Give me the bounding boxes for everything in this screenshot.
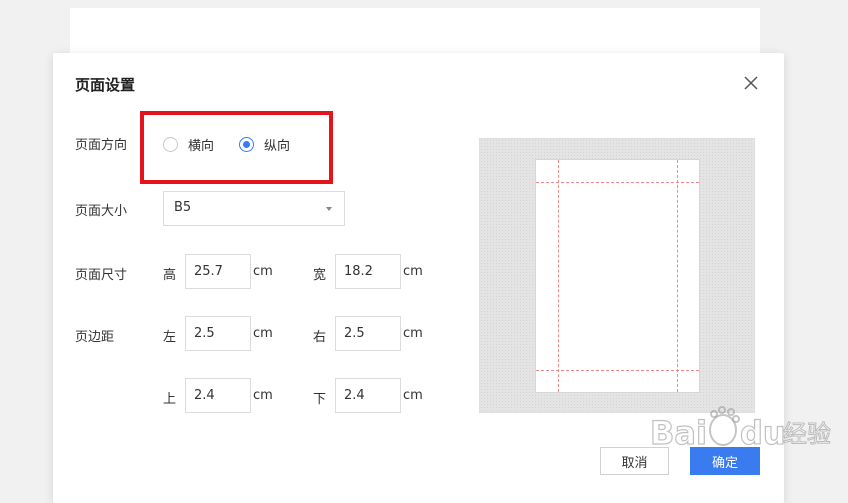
margin-right-input[interactable] [335, 316, 401, 351]
page-dimensions-label: 页面尺寸 [75, 268, 128, 283]
page-preview [479, 138, 755, 413]
orientation-label: 页面方向 [75, 138, 128, 153]
page-size-value: B5 [174, 200, 192, 215]
margins-label: 页边距 [75, 330, 115, 345]
margin-top-input[interactable] [185, 378, 251, 413]
margin-bottom-input[interactable] [335, 378, 401, 413]
margin-guide-top [536, 182, 699, 183]
close-icon[interactable] [743, 75, 759, 91]
margin-guide-left [558, 160, 559, 392]
svg-text:经验: 经验 [783, 420, 831, 448]
margin-guide-bottom [536, 370, 699, 371]
margin-bottom-unit: cm [403, 388, 423, 403]
width-unit: cm [403, 264, 423, 279]
height-label: 高 [163, 268, 177, 283]
margin-right-unit: cm [403, 326, 423, 341]
margin-left-input[interactable] [185, 316, 251, 351]
margin-right-label: 右 [313, 330, 327, 345]
margin-top-label: 上 [163, 392, 177, 407]
page-size-select[interactable]: B5 [163, 191, 345, 226]
caret-down-icon [326, 207, 332, 211]
width-input[interactable] [335, 254, 401, 289]
page-setup-dialog: 页面设置 页面方向 横向 纵向 页面大小 B5 页面尺寸 高 cm 宽 cm 页… [53, 53, 784, 503]
height-input[interactable] [185, 254, 251, 289]
margin-left-label: 左 [163, 330, 177, 345]
cancel-button[interactable]: 取消 [600, 447, 669, 475]
page-size-label: 页面大小 [75, 204, 128, 219]
width-label: 宽 [313, 268, 327, 283]
margin-guide-right [677, 160, 678, 392]
margin-bottom-label: 下 [313, 392, 327, 407]
red-highlight-box [140, 111, 333, 184]
margin-left-unit: cm [253, 326, 273, 341]
dialog-title: 页面设置 [75, 76, 136, 94]
preview-page [535, 159, 700, 393]
height-unit: cm [253, 264, 273, 279]
ok-button[interactable]: 确定 [690, 447, 760, 475]
margin-top-unit: cm [253, 388, 273, 403]
